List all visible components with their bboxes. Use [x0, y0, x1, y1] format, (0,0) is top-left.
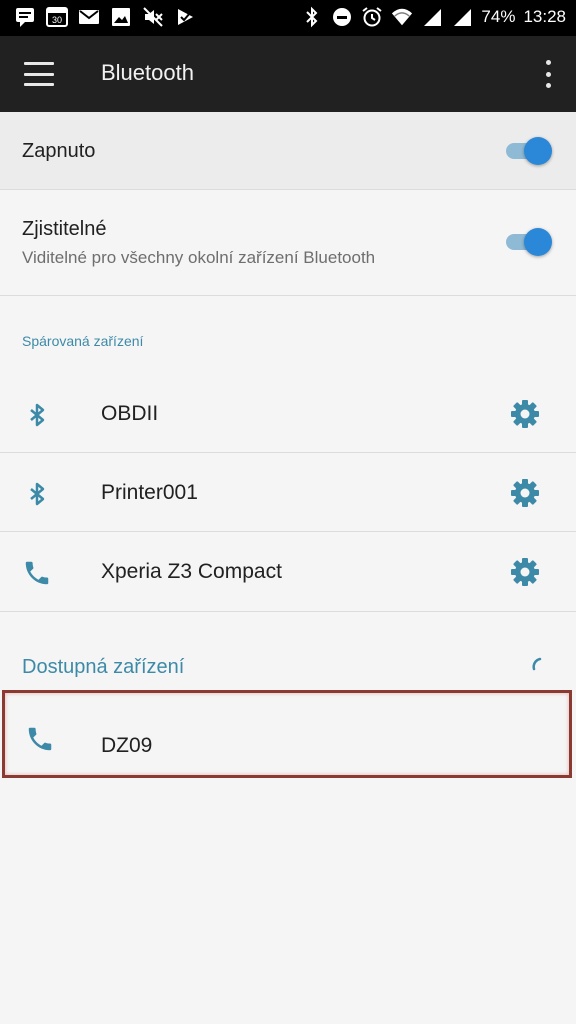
scanning-spinner-icon: [528, 655, 548, 675]
status-bar: 30 74% 13:28: [0, 0, 576, 36]
more-vert-icon[interactable]: [540, 60, 556, 88]
gear-icon[interactable]: [509, 398, 541, 430]
phone-icon: [22, 558, 52, 588]
signal-icon: [451, 6, 473, 28]
paired-device-row[interactable]: Xperia Z3 Compact: [0, 532, 576, 612]
message-icon: [14, 6, 36, 28]
gear-icon[interactable]: [509, 477, 541, 509]
paired-device-row[interactable]: Printer001: [0, 453, 576, 532]
phone-icon: [25, 724, 55, 754]
app-bar: Bluetooth: [0, 36, 576, 112]
status-bar-system: 74% 13:28: [301, 6, 566, 28]
calendar-icon: 30: [46, 6, 68, 28]
paired-devices-header: Spárovaná zařízení: [22, 333, 144, 349]
device-name: DZ09: [101, 734, 153, 757]
available-device-row[interactable]: DZ09: [2, 690, 572, 778]
clock: 13:28: [523, 7, 566, 26]
available-devices-header: Dostupná zařízení: [22, 656, 185, 678]
paired-device-row[interactable]: OBDII: [0, 374, 576, 453]
muted-icon: [142, 6, 164, 28]
gear-icon[interactable]: [509, 556, 541, 588]
discoverable-row[interactable]: Zjistitelné Viditelné pro všechny okolní…: [0, 190, 576, 296]
page-title: Bluetooth: [101, 60, 194, 85]
discoverable-summary: Viditelné pro všechny okolní zařízení Bl…: [22, 248, 376, 267]
status-bar-notifications: 30: [14, 6, 196, 28]
discoverable-switch[interactable]: [504, 226, 552, 256]
device-name: Printer001: [101, 481, 198, 504]
alarm-icon: [361, 6, 383, 28]
discoverable-label: Zjistitelné: [22, 218, 107, 240]
svg-text:30: 30: [52, 15, 62, 25]
dnd-icon: [331, 6, 353, 28]
gmail-icon: [78, 6, 100, 28]
device-name: OBDII: [101, 402, 159, 425]
bluetooth-enabled-label: Zapnuto: [22, 140, 96, 162]
battery-percent: 74%: [481, 7, 516, 26]
hamburger-menu-icon[interactable]: [24, 62, 54, 86]
bluetooth-icon: [22, 479, 52, 509]
gallery-icon: [110, 6, 132, 28]
play-store-icon: [174, 6, 196, 28]
wifi-icon: [391, 6, 413, 28]
bluetooth-icon: [301, 6, 323, 28]
bluetooth-enabled-switch[interactable]: [504, 135, 552, 165]
bluetooth-enabled-row[interactable]: Zapnuto: [0, 112, 576, 190]
bluetooth-icon: [22, 400, 52, 430]
device-name: Xperia Z3 Compact: [101, 560, 282, 583]
signal-icon: [421, 6, 443, 28]
